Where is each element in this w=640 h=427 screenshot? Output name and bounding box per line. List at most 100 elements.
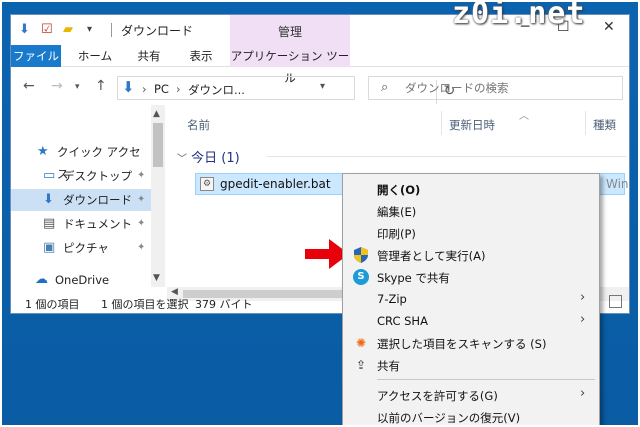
status-item-count: 1 個の項目 [25, 298, 80, 311]
column-header-type[interactable]: 種類 [593, 117, 616, 133]
group-header-label: 今日 (1) [191, 151, 240, 166]
menu-item-7zip[interactable]: 7-Zip › [343, 288, 599, 310]
large-icons-view-icon[interactable] [609, 295, 622, 308]
search-icon: ⌕ [381, 80, 389, 95]
status-selected: 1 個の項目を選択 [101, 298, 189, 311]
menu-item-label: 7-Zip [377, 292, 407, 306]
tab-file[interactable]: ファイル [11, 45, 61, 67]
menu-separator [377, 379, 595, 380]
menu-item-label: 印刷(P) [377, 227, 416, 241]
group-divider [267, 156, 627, 157]
collapse-chevron-icon: ﹀ [177, 154, 187, 165]
menu-item-run-as-admin[interactable]: 管理者として実行(A) [343, 244, 599, 266]
scroll-down-icon[interactable]: ▼ [153, 273, 160, 283]
menu-item-print[interactable]: 印刷(P) [343, 222, 599, 244]
menu-item-label: 開く(O) [377, 183, 421, 197]
desktop-icon: ▭ [43, 168, 56, 183]
watermark-logo: z0i.net [452, 0, 586, 31]
tab-application-tools[interactable]: アプリケーション ツール [230, 45, 350, 85]
download-folder-icon: ⬇ [19, 22, 30, 37]
search-box[interactable]: ⌕ [368, 76, 623, 100]
forward-button[interactable]: → [51, 78, 63, 94]
document-icon: ▤ [43, 216, 56, 231]
share-icon: ⇪ [355, 358, 367, 372]
menu-item-crc-sha[interactable]: CRC SHA › [343, 310, 599, 332]
menu-item-label: 編集(E) [377, 205, 417, 219]
pin-icon: ✦ [137, 242, 146, 253]
nav-item-label: デスクトップ [63, 169, 132, 183]
submenu-chevron-icon: › [580, 290, 586, 305]
column-divider[interactable] [441, 111, 442, 135]
window-title: ダウンロード [121, 24, 194, 38]
nav-item-label: ドキュメント [63, 217, 132, 231]
column-header-name[interactable]: 名前 [187, 117, 210, 133]
address-bar[interactable]: ⬇ › PC › ダウンロ... ▾ ↻ [117, 76, 455, 104]
menu-item-label: 管理者として実行(A) [377, 249, 486, 263]
recent-locations-button[interactable]: ▾ [75, 82, 80, 92]
menu-item-restore-versions[interactable]: 以前のバージョンの復元(V) [343, 406, 599, 427]
address-dropdown-icon[interactable]: ▾ [320, 81, 325, 92]
picture-icon: ▣ [43, 240, 56, 255]
nav-quick-access[interactable]: ★ クイック アクセス [11, 141, 151, 181]
batch-file-icon: ⚙ [200, 177, 214, 191]
new-folder-icon[interactable]: ▰ [63, 21, 73, 39]
menu-item-edit[interactable]: 編集(E) [343, 200, 599, 222]
avast-icon: ✺ [355, 336, 367, 350]
close-button[interactable]: ✕ [603, 19, 615, 35]
sort-indicator-icon: ︿ [519, 111, 529, 122]
context-tab-header-label: 管理 [277, 25, 302, 39]
breadcrumb-pc[interactable]: PC [154, 82, 169, 96]
menu-item-skype-share[interactable]: S Skype で共有 [343, 266, 599, 288]
menu-item-label: 共有 [377, 359, 400, 373]
nav-documents[interactable]: ▤ ドキュメント ✦ [11, 213, 151, 235]
ribbon-tabs: ファイル ホーム 共有 表示 アプリケーション ツール [11, 45, 629, 85]
context-tab-header: 管理 [230, 15, 350, 45]
breadcrumb-separator: › [176, 82, 181, 96]
menu-item-open[interactable]: 開く(O) [343, 178, 599, 200]
download-folder-icon: ⬇ [122, 78, 135, 96]
back-button[interactable]: ← [23, 78, 35, 94]
pin-icon: ✦ [137, 170, 146, 181]
download-icon: ⬇ [43, 192, 54, 207]
nav-scroll-thumb[interactable] [153, 123, 163, 167]
menu-item-label: 選択した項目をスキャンする (S) [377, 337, 547, 351]
tab-share[interactable]: 共有 [127, 45, 171, 67]
tab-view[interactable]: 表示 [177, 45, 225, 67]
tab-home[interactable]: ホーム [69, 45, 121, 67]
nav-pictures[interactable]: ▣ ピクチャ ✦ [11, 237, 151, 259]
properties-icon[interactable]: ☑ [41, 21, 53, 39]
file-name: gpedit-enabler.bat [220, 177, 331, 191]
menu-item-share[interactable]: ⇪ 共有 [343, 354, 599, 376]
nav-item-label: ダウンロード [63, 193, 132, 207]
search-input[interactable] [405, 81, 605, 95]
nav-desktop[interactable]: ▭ デスクトップ ✦ [11, 165, 151, 187]
navigation-pane: ★ クイック アクセス ▭ デスクトップ ✦ ⬇ ダウンロード ✦ ▤ ドキュメ… [11, 105, 165, 287]
context-menu: 開く(O) 編集(E) 印刷(P) 管理者として実行(A) S Skype で共… [342, 173, 600, 427]
file-type-fragment: Windo [606, 177, 629, 191]
title-separator [111, 23, 112, 37]
submenu-chevron-icon: › [580, 386, 586, 401]
up-button[interactable]: ↑ [95, 78, 107, 94]
shield-icon [353, 247, 369, 263]
group-header-today[interactable]: ﹀ 今日 (1) [177, 147, 240, 166]
menu-item-give-access[interactable]: アクセスを許可する(G) › [343, 384, 599, 406]
column-divider[interactable] [585, 111, 586, 135]
nav-item-label: ピクチャ [63, 241, 109, 255]
scroll-up-icon[interactable]: ▲ [153, 109, 160, 119]
breadcrumb-separator: › [142, 82, 147, 96]
status-size: 379 バイト [195, 298, 253, 311]
menu-item-scan[interactable]: ✺ 選択した項目をスキャンする (S) [343, 332, 599, 354]
breadcrumb-downloads[interactable]: ダウンロ... [188, 82, 245, 98]
nav-item-label: OneDrive [55, 273, 110, 287]
nav-downloads[interactable]: ⬇ ダウンロード ✦ [11, 189, 151, 211]
skype-icon: S [353, 269, 369, 285]
menu-item-label: Skype で共有 [377, 271, 450, 285]
menu-item-label: アクセスを許可する(G) [377, 389, 498, 403]
pin-icon: ✦ [137, 218, 146, 229]
customize-quick-access-icon[interactable]: ▾ [87, 21, 92, 39]
nav-scrollbar[interactable]: ▲ ▼ [151, 105, 165, 287]
pin-icon: ✦ [137, 194, 146, 205]
star-icon: ★ [37, 144, 49, 159]
column-header-modified[interactable]: 更新日時 [449, 117, 495, 133]
nav-onedrive[interactable]: ☁ OneDrive [11, 269, 151, 291]
